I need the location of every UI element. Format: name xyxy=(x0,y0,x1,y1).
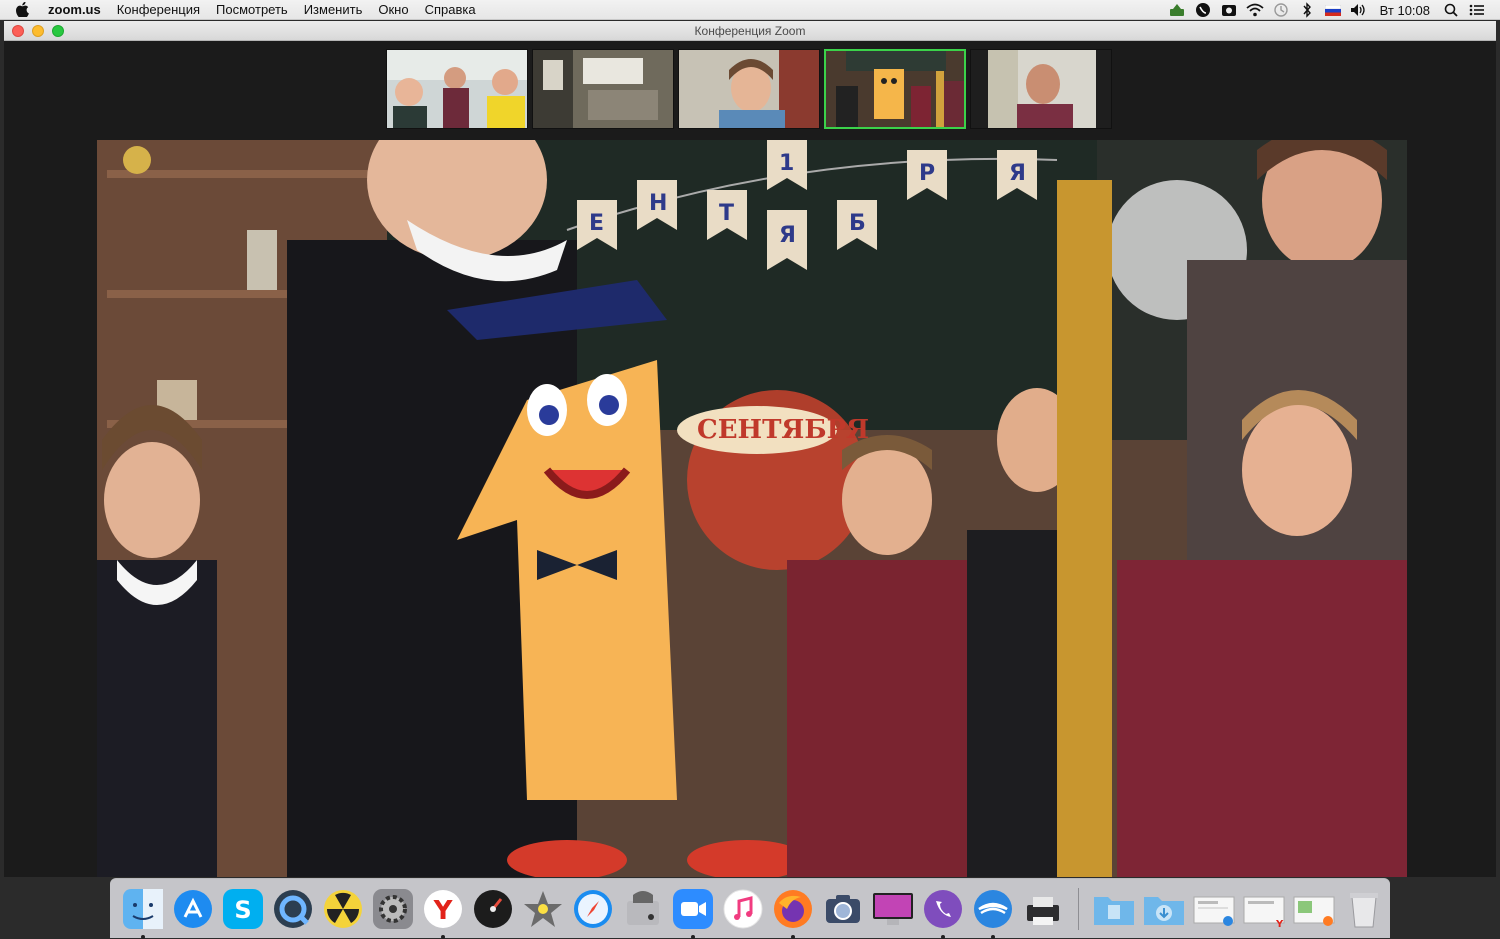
dock: S Y Y xyxy=(110,878,1390,939)
applications-folder-icon[interactable] xyxy=(1091,886,1137,932)
menu-conference[interactable]: Конференция xyxy=(109,2,208,17)
banner-letter: Т xyxy=(719,201,734,226)
apple-menu-icon[interactable] xyxy=(16,2,34,17)
banner-letter: Н xyxy=(649,191,667,216)
menu-help[interactable]: Справка xyxy=(417,2,484,17)
app-store-icon[interactable] xyxy=(170,886,216,932)
minimize-window-button[interactable] xyxy=(32,25,44,37)
traffic-lights xyxy=(12,25,64,37)
zoom-icon[interactable] xyxy=(670,886,716,939)
menu-window[interactable]: Окно xyxy=(370,2,416,17)
banner-letter: Р xyxy=(919,161,935,186)
document-stack-icon[interactable] xyxy=(1291,886,1337,932)
camera-status-icon[interactable] xyxy=(1216,0,1242,20)
spotlight-icon[interactable] xyxy=(1438,0,1464,20)
banner-letter: 1 xyxy=(779,151,794,176)
participant-thumbnail[interactable] xyxy=(386,49,528,129)
skype-icon[interactable]: S xyxy=(220,886,266,932)
printer-icon[interactable] xyxy=(1020,886,1066,932)
image-capture-icon[interactable] xyxy=(820,886,866,932)
trash-icon[interactable] xyxy=(1341,886,1387,932)
document-stack-icon[interactable] xyxy=(1191,886,1237,932)
banner-letter: Я xyxy=(779,223,796,248)
imovie-icon[interactable] xyxy=(520,886,566,932)
time-machine-icon[interactable] xyxy=(1268,0,1294,20)
zoom-window: Конференция Zoom Е Н Т Я 1 Б Р Я СЕНТЯБР… xyxy=(4,21,1496,877)
notification-center-icon[interactable] xyxy=(1464,0,1490,20)
participant-video-student xyxy=(971,50,1111,128)
banner-letter: Е xyxy=(589,211,604,236)
zoom-window-button[interactable] xyxy=(52,25,64,37)
dashboard-icon[interactable] xyxy=(470,886,516,932)
participant-video-room xyxy=(533,50,673,128)
participant-video-kids xyxy=(387,50,527,128)
app-menu-zoom[interactable]: zoom.us xyxy=(48,2,109,17)
participant-thumbnail[interactable] xyxy=(532,49,674,129)
system-preferences-icon[interactable] xyxy=(370,886,416,932)
window-titlebar[interactable]: Конференция Zoom xyxy=(4,21,1496,41)
wifi-icon[interactable] xyxy=(1242,0,1268,20)
svg-text:Y: Y xyxy=(433,896,454,926)
participant-thumbnail[interactable] xyxy=(970,49,1112,129)
disk-utility-icon[interactable] xyxy=(620,886,666,932)
september-sign-text: СЕНТЯБРЯ xyxy=(697,415,869,445)
svg-text:S: S xyxy=(234,896,251,924)
safari-icon[interactable] xyxy=(570,886,616,932)
finder-icon[interactable] xyxy=(120,886,166,939)
participant-thumbnail[interactable] xyxy=(678,49,820,129)
quicktime-icon[interactable] xyxy=(270,886,316,932)
participant-video-classroom xyxy=(826,51,964,127)
menu-view[interactable]: Посмотреть xyxy=(208,2,296,17)
participant-thumbnails xyxy=(386,49,1118,131)
participant-video-teacher xyxy=(679,50,819,128)
itunes-icon[interactable] xyxy=(720,886,766,932)
viber-icon[interactable] xyxy=(920,886,966,939)
document-stack-icon[interactable]: Y xyxy=(1241,886,1287,932)
close-window-button[interactable] xyxy=(12,25,24,37)
downloads-folder-icon[interactable] xyxy=(1141,886,1187,932)
russian-flag-icon[interactable] xyxy=(1320,0,1346,20)
participant-thumbnail-active[interactable] xyxy=(824,49,966,129)
banner-letter: Б xyxy=(849,211,866,236)
yandex-browser-icon[interactable]: Y xyxy=(420,886,466,939)
banner-letter: Я xyxy=(1009,161,1026,186)
radiation-icon[interactable] xyxy=(320,886,366,932)
firefox-icon[interactable] xyxy=(770,886,816,939)
menu-bar: zoom.us Конференция Посмотреть Изменить … xyxy=(0,0,1500,20)
svg-text:Y: Y xyxy=(1275,919,1284,929)
menu-edit[interactable]: Изменить xyxy=(296,2,371,17)
main-speaker-video[interactable]: Е Н Т Я 1 Б Р Я СЕНТЯБРЯ xyxy=(97,140,1407,877)
imac-icon[interactable] xyxy=(870,886,916,932)
window-title: Конференция Zoom xyxy=(694,23,806,38)
dock-separator xyxy=(1078,887,1079,930)
clock-text[interactable]: Вт 10:08 xyxy=(1372,3,1438,18)
classroom-video-scene: Е Н Т Я 1 Б Р Я СЕНТЯБРЯ xyxy=(97,140,1407,877)
upload-icon[interactable] xyxy=(1164,0,1190,20)
viber-status-icon[interactable] xyxy=(1190,0,1216,20)
mail-icon[interactable] xyxy=(970,886,1016,939)
bluetooth-icon[interactable] xyxy=(1294,0,1320,20)
volume-icon[interactable] xyxy=(1346,0,1372,20)
